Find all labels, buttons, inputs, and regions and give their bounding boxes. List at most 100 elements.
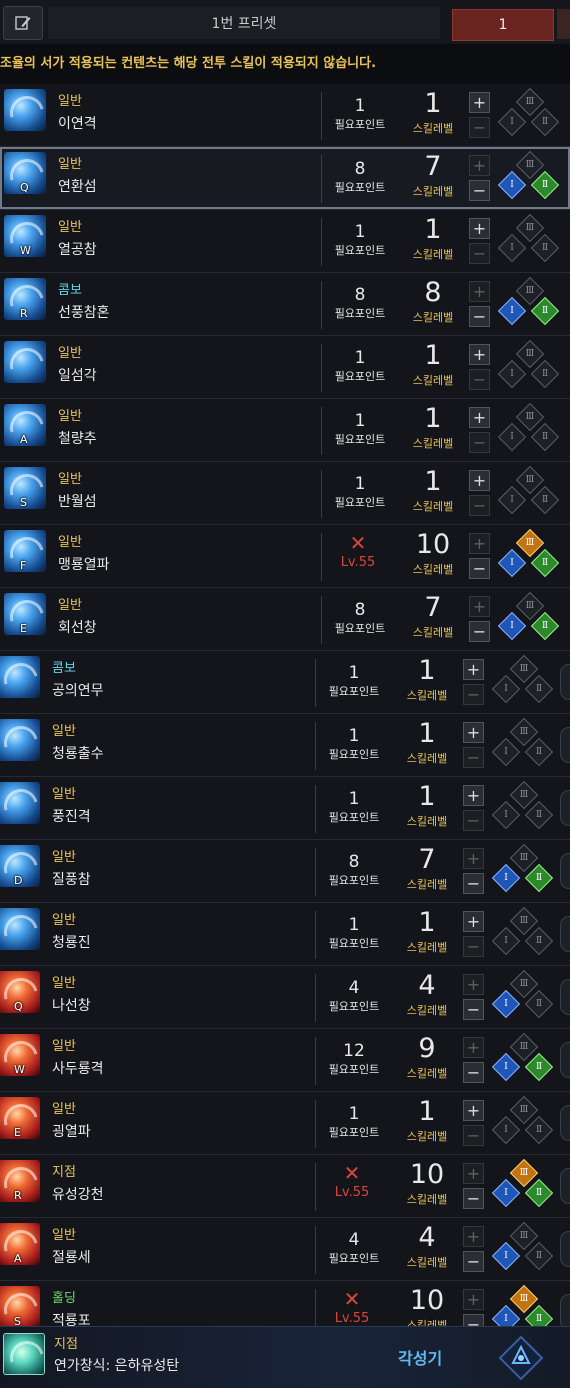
level-down-button[interactable]: − — [469, 180, 490, 201]
level-down-button[interactable]: − — [469, 558, 490, 579]
tripod-tier2-icon[interactable]: Ⅱ — [524, 1178, 554, 1208]
level-up-button[interactable]: + — [469, 281, 490, 302]
level-up-button[interactable]: + — [463, 911, 484, 932]
skill-row[interactable]: W 일반 사두룡격 12 필요포인트 9 스킬레벨 + − Ⅲ Ⅰ Ⅱ — [0, 1029, 570, 1092]
skill-row[interactable]: 일반 청룡진 1 필요포인트 1 스킬레벨 + − Ⅲ Ⅰ Ⅱ — [0, 903, 570, 966]
skill-row[interactable]: Q 일반 연환섬 8 필요포인트 7 스킬레벨 + − Ⅲ Ⅰ Ⅱ — [0, 147, 570, 210]
level-down-button[interactable]: − — [463, 684, 484, 705]
level-down-button[interactable]: − — [469, 306, 490, 327]
skill-row[interactable]: 일반 일섬각 1 필요포인트 1 스킬레벨 + − Ⅲ Ⅰ Ⅱ — [0, 336, 570, 399]
level-up-button[interactable]: + — [463, 1163, 484, 1184]
skill-row[interactable]: A 일반 철량추 1 필요포인트 1 스킬레벨 + − Ⅲ Ⅰ Ⅱ — [0, 399, 570, 462]
skill-row[interactable]: 콤보 공의연무 1 필요포인트 1 스킬레벨 + − Ⅲ Ⅰ Ⅱ — [0, 651, 570, 714]
level-down-button[interactable]: − — [463, 999, 484, 1020]
row-side-toggle[interactable] — [560, 1231, 570, 1267]
row-side-toggle[interactable] — [560, 1042, 570, 1078]
skill-row[interactable]: E 일반 회선창 8 필요포인트 7 스킬레벨 + − Ⅲ Ⅰ Ⅱ — [0, 588, 570, 651]
level-up-button[interactable]: + — [463, 1100, 484, 1121]
level-down-button[interactable]: − — [469, 369, 490, 390]
level-down-button[interactable]: − — [463, 1251, 484, 1272]
row-side-toggle[interactable] — [560, 790, 570, 826]
preset-name[interactable]: 1번 프리셋 — [48, 7, 440, 39]
tripod-tier1-icon[interactable]: Ⅰ — [491, 926, 521, 956]
level-down-button[interactable]: − — [469, 432, 490, 453]
row-side-toggle[interactable] — [560, 853, 570, 889]
skill-row[interactable]: R 콤보 선풍참혼 8 필요포인트 8 스킬레벨 + − Ⅲ Ⅰ Ⅱ — [0, 273, 570, 336]
level-up-button[interactable]: + — [469, 533, 490, 554]
level-up-button[interactable]: + — [463, 1226, 484, 1247]
level-up-button[interactable]: + — [463, 1289, 484, 1310]
tripod-tier1-icon[interactable]: Ⅰ — [491, 1241, 521, 1271]
tripod-tier2-icon[interactable]: Ⅱ — [530, 233, 560, 263]
row-side-toggle[interactable] — [560, 916, 570, 952]
level-down-button[interactable]: − — [463, 1125, 484, 1146]
skill-row[interactable]: A 일반 절룡세 4 필요포인트 4 스킬레벨 + − Ⅲ Ⅰ Ⅱ — [0, 1218, 570, 1281]
skill-row[interactable]: 일반 청룡출수 1 필요포인트 1 스킬레벨 + − Ⅲ Ⅰ Ⅱ — [0, 714, 570, 777]
tripod-tier1-icon[interactable]: Ⅰ — [497, 359, 527, 389]
tripod-tier2-icon[interactable]: Ⅱ — [530, 485, 560, 515]
tripod-tier1-icon[interactable]: Ⅰ — [497, 170, 527, 200]
level-up-button[interactable]: + — [469, 407, 490, 428]
tripod-tier1-icon[interactable]: Ⅰ — [491, 863, 521, 893]
skill-row[interactable]: 일반 풍진격 1 필요포인트 1 스킬레벨 + − Ⅲ Ⅰ Ⅱ — [0, 777, 570, 840]
skill-row[interactable]: 일반 이연격 1 필요포인트 1 스킬레벨 + − Ⅲ Ⅰ Ⅱ — [0, 84, 570, 147]
tripod-tier2-icon[interactable]: Ⅱ — [524, 989, 554, 1019]
tripod-tier1-icon[interactable]: Ⅰ — [497, 548, 527, 578]
tripod-tier2-icon[interactable]: Ⅱ — [530, 611, 560, 641]
level-up-button[interactable]: + — [469, 155, 490, 176]
tripod-tier2-icon[interactable]: Ⅱ — [524, 926, 554, 956]
tripod-tier1-icon[interactable]: Ⅰ — [497, 485, 527, 515]
tripod-tier2-icon[interactable]: Ⅱ — [530, 107, 560, 137]
skill-row[interactable]: W 일반 열공참 1 필요포인트 1 스킬레벨 + − Ⅲ Ⅰ Ⅱ — [0, 210, 570, 273]
skill-row[interactable]: F 일반 맹룡열파 ✕ Lv.55 10 스킬레벨 + − Ⅲ Ⅰ Ⅱ — [0, 525, 570, 588]
tripod-tier2-icon[interactable]: Ⅱ — [530, 359, 560, 389]
tripod-tier1-icon[interactable]: Ⅰ — [497, 296, 527, 326]
tripod-tier1-icon[interactable]: Ⅰ — [491, 737, 521, 767]
tripod-tier1-icon[interactable]: Ⅰ — [491, 674, 521, 704]
tripod-tier2-icon[interactable]: Ⅱ — [524, 1241, 554, 1271]
tripod-tier1-icon[interactable]: Ⅰ — [491, 1178, 521, 1208]
level-down-button[interactable]: − — [469, 495, 490, 516]
tripod-tier2-icon[interactable]: Ⅱ — [530, 170, 560, 200]
tripod-tier1-icon[interactable]: Ⅰ — [491, 800, 521, 830]
skill-row[interactable]: R 지점 유성강천 ✕ Lv.55 10 스킬레벨 + − Ⅲ Ⅰ Ⅱ — [0, 1155, 570, 1218]
tripod-tier2-icon[interactable]: Ⅱ — [524, 737, 554, 767]
awakening-skill-row[interactable]: 지점 연가창식: 은하유성탄 각성기 — [0, 1326, 570, 1388]
level-up-button[interactable]: + — [463, 659, 484, 680]
tripod-tier2-icon[interactable]: Ⅱ — [524, 674, 554, 704]
tripod-tier1-icon[interactable]: Ⅰ — [491, 1052, 521, 1082]
skill-row[interactable]: Q 일반 나선창 4 필요포인트 4 스킬레벨 + − Ⅲ Ⅰ Ⅱ — [0, 966, 570, 1029]
level-down-button[interactable]: − — [463, 747, 484, 768]
preset-scroll-button[interactable] — [557, 9, 570, 39]
row-side-toggle[interactable] — [560, 727, 570, 763]
row-side-toggle[interactable] — [560, 1168, 570, 1204]
tripod-tier1-icon[interactable]: Ⅰ — [491, 1115, 521, 1145]
level-up-button[interactable]: + — [469, 344, 490, 365]
level-down-button[interactable]: − — [469, 117, 490, 138]
row-side-toggle[interactable] — [560, 979, 570, 1015]
level-down-button[interactable]: − — [463, 810, 484, 831]
level-up-button[interactable]: + — [463, 974, 484, 995]
level-up-button[interactable]: + — [469, 218, 490, 239]
level-down-button[interactable]: − — [463, 936, 484, 957]
level-up-button[interactable]: + — [469, 470, 490, 491]
skill-row[interactable]: D 일반 질풍참 8 필요포인트 7 스킬레벨 + − Ⅲ Ⅰ Ⅱ — [0, 840, 570, 903]
level-down-button[interactable]: − — [469, 243, 490, 264]
level-up-button[interactable]: + — [463, 785, 484, 806]
level-down-button[interactable]: − — [463, 873, 484, 894]
tripod-tier1-icon[interactable]: Ⅰ — [497, 233, 527, 263]
row-side-toggle[interactable] — [560, 1294, 570, 1330]
level-down-button[interactable]: − — [463, 1188, 484, 1209]
level-up-button[interactable]: + — [463, 722, 484, 743]
tripod-tier2-icon[interactable]: Ⅱ — [530, 422, 560, 452]
level-down-button[interactable]: − — [463, 1062, 484, 1083]
preset-number-button[interactable]: 1 — [452, 9, 554, 41]
skill-row[interactable]: S 일반 반월섬 1 필요포인트 1 스킬레벨 + − Ⅲ Ⅰ Ⅱ — [0, 462, 570, 525]
tripod-tier1-icon[interactable]: Ⅰ — [497, 422, 527, 452]
level-up-button[interactable]: + — [463, 848, 484, 869]
level-up-button[interactable]: + — [469, 596, 490, 617]
tripod-tier1-icon[interactable]: Ⅰ — [491, 989, 521, 1019]
tripod-tier2-icon[interactable]: Ⅱ — [524, 800, 554, 830]
tripod-tier2-icon[interactable]: Ⅱ — [524, 1052, 554, 1082]
tripod-tier2-icon[interactable]: Ⅱ — [524, 1115, 554, 1145]
